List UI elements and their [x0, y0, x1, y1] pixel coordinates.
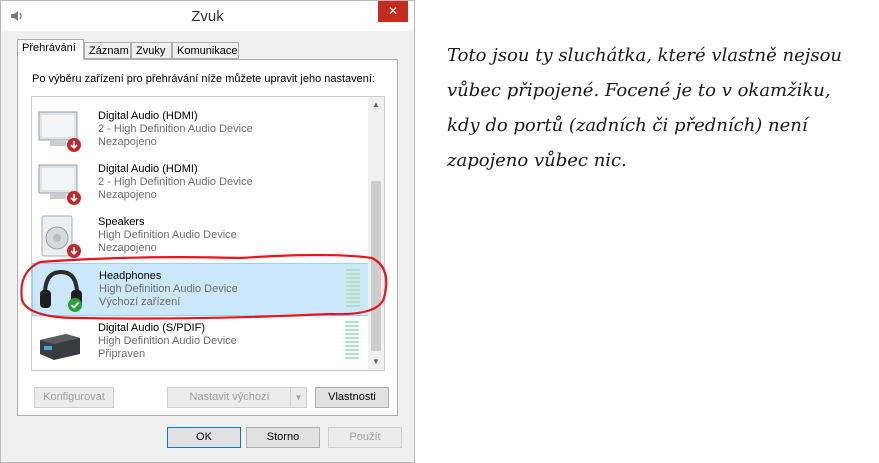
monitor-icon — [36, 96, 84, 101]
annotation-text: Toto jsou ty sluchátka, které vlastně ne… — [447, 38, 867, 178]
device-name: Headphones — [99, 270, 162, 282]
tab-playback[interactable]: Přehrávání — [17, 39, 84, 60]
device-description: High Definition Audio Device — [98, 229, 237, 241]
scroll-up-icon[interactable]: ▲ — [368, 97, 384, 113]
configure-button[interactable]: Konfigurovat — [34, 387, 114, 408]
device-description: High Definition Audio Device — [98, 335, 237, 347]
volume-meter — [345, 321, 359, 361]
device-status: Připraven — [98, 348, 146, 360]
ok-button[interactable]: OK — [167, 427, 241, 448]
device-description: 2 - High Definition Audio Device — [98, 123, 253, 135]
list-item[interactable]: Digital Audio (HDMI) 2 - High Definition… — [32, 157, 370, 210]
monitor-icon — [38, 164, 81, 205]
device-description: High Definition Audio Device — [99, 283, 238, 295]
cancel-button[interactable]: Storno — [246, 427, 320, 448]
list-item[interactable]: Speakers High Definition Audio Device Ne… — [32, 210, 370, 263]
device-status: Nezapojeno — [98, 136, 157, 148]
apply-button[interactable]: Použít — [328, 427, 402, 448]
title-bar: Zvuk ✕ — [1, 1, 414, 31]
annotation-line: kdy do portů (zadních či předních) není — [447, 115, 808, 136]
volume-meter — [346, 269, 360, 309]
tab-sounds[interactable]: Zvuky — [131, 42, 172, 59]
scroll-thumb[interactable] — [371, 181, 381, 351]
receiver-icon — [40, 334, 80, 360]
vertical-scrollbar[interactable]: ▲ ▼ — [368, 97, 384, 370]
annotation-line: vůbec připojené. Focené je to v okamžiku… — [447, 80, 831, 101]
device-list[interactable]: Digital Audio (HDMI) 2 - High Definition… — [31, 96, 385, 371]
list-item-selected[interactable]: Headphones High Definition Audio Device … — [32, 263, 370, 316]
close-button[interactable]: ✕ — [378, 1, 408, 22]
annotation-line: zapojeno vůbec nic. — [447, 150, 627, 171]
device-status: Nezapojeno — [98, 189, 157, 201]
set-default-button[interactable]: Nastavit výchozí ▼ — [167, 387, 307, 408]
device-name: Digital Audio (HDMI) — [98, 163, 198, 175]
properties-button[interactable]: Vlastnosti — [315, 387, 389, 408]
device-status: Výchozí zařízení — [99, 296, 181, 308]
scroll-down-icon[interactable]: ▼ — [368, 354, 384, 370]
list-item[interactable]: Digital Audio (HDMI) 2 - High Definition… — [32, 104, 370, 157]
list-item[interactable] — [32, 96, 370, 104]
headphones-icon — [40, 269, 82, 312]
device-name: Digital Audio (S/PDIF) — [98, 322, 205, 334]
chevron-down-icon[interactable]: ▼ — [290, 388, 306, 407]
annotation-line: Toto jsou ty sluchátka, které vlastně ne… — [447, 45, 842, 66]
monitor-icon — [38, 111, 81, 152]
playback-panel: Po výběru zařízení pro přehrávání níže m… — [17, 59, 398, 416]
device-description: 2 - High Definition Audio Device — [98, 176, 253, 188]
device-name: Speakers — [98, 216, 145, 228]
tab-communications[interactable]: Komunikace — [172, 42, 239, 59]
set-default-label: Nastavit výchozí — [189, 391, 270, 403]
panel-description: Po výběru zařízení pro přehrávání níže m… — [32, 73, 376, 85]
list-item[interactable]: Digital Audio (S/PDIF) High Definition A… — [32, 316, 370, 369]
speaker-icon — [41, 215, 81, 258]
tab-recording[interactable]: Záznam — [84, 42, 131, 59]
window-title: Zvuk — [191, 8, 224, 25]
device-status: Nezapojeno — [98, 242, 157, 254]
sound-dialog: Zvuk ✕ Přehrávání Záznam Zvuky Komunikac… — [0, 0, 415, 463]
device-name: Digital Audio (HDMI) — [98, 110, 198, 122]
